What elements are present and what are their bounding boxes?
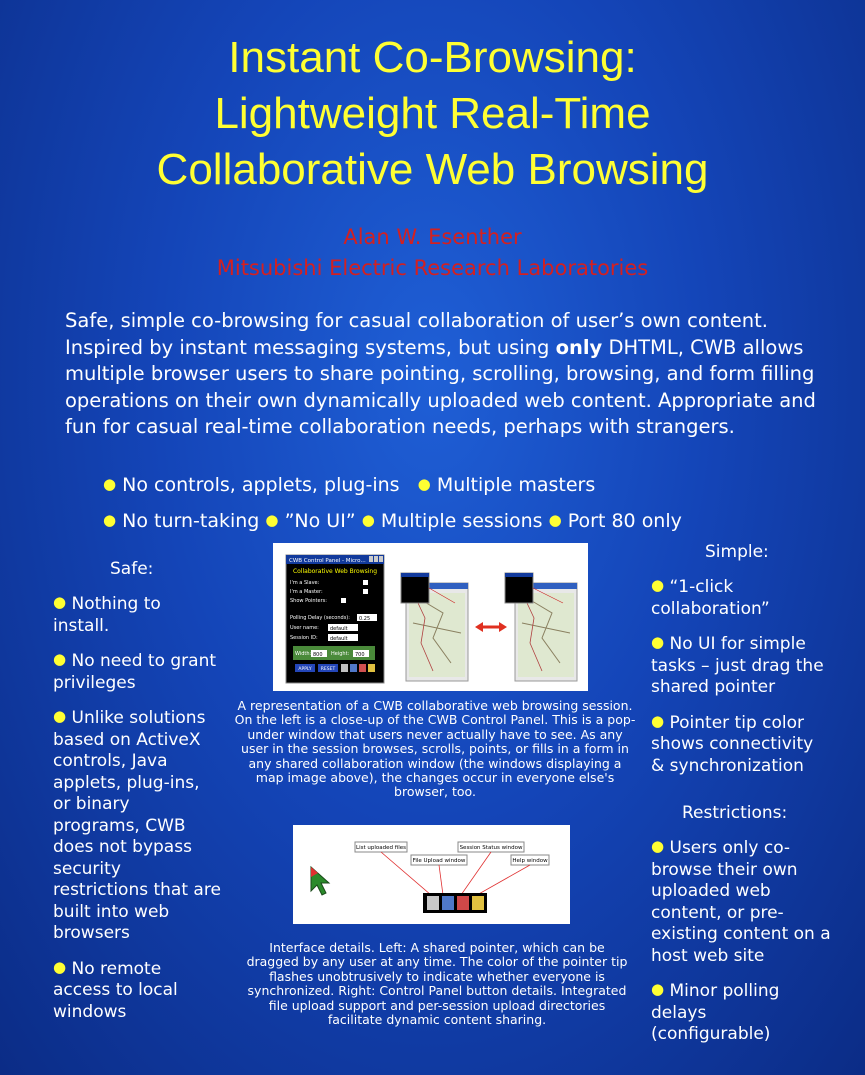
abstract-emphasis: only <box>555 335 603 359</box>
panel-polling-label: Polling Delay (seconds): <box>290 615 350 621</box>
panel-master-label: I'm a Master: <box>290 589 323 595</box>
restriction-item: ● Users only co-browse their own uploade… <box>651 837 831 966</box>
feature-item: Port 80 only <box>567 510 682 532</box>
session-value: default <box>330 636 348 642</box>
bullet-dot-icon: ● <box>651 576 665 594</box>
reset-label: RESET <box>321 666 336 672</box>
height-value: 700 <box>355 652 365 658</box>
safe-item: ● No need to grant privileges <box>53 650 217 693</box>
simple-heading: Simple: <box>705 542 769 562</box>
status-icon[interactable] <box>359 664 366 672</box>
bullet-dot-icon: ● <box>103 475 117 493</box>
title-line-2: Lightweight Real-Time <box>214 89 651 138</box>
help-button-icon[interactable] <box>472 896 484 910</box>
restrictions-heading: Restrictions: <box>682 803 788 823</box>
bullet-dot-icon: ● <box>651 711 665 730</box>
label-file-upload: File Upload window <box>413 858 466 864</box>
bullet-dot-icon: ● <box>417 475 431 493</box>
bullet-dot-icon: ● <box>651 837 665 855</box>
label-list-uploaded: List uploaded files <box>356 845 406 851</box>
simple-item: ● Pointer tip color shows connectivity &… <box>651 711 814 776</box>
bullet-dot-icon: ● <box>265 511 279 529</box>
bullet-dot-icon: ● <box>53 707 67 725</box>
bullet-dot-icon: ● <box>53 593 67 611</box>
simple-item: ● “1-click collaboration” <box>651 576 770 619</box>
panel-slave-label: I'm a Slave: <box>290 580 320 586</box>
feature-item: ”No UI” <box>284 510 356 532</box>
restriction-item: ● Minor polling delays (configurable) <box>651 980 780 1044</box>
width-value: 800 <box>313 652 323 658</box>
user-value: default <box>330 626 348 632</box>
figure-1-graphic: CWB Control Panel - Micro... Collaborati… <box>285 554 578 684</box>
figure-2-graphic: List uploaded files File Upload window S… <box>310 841 550 913</box>
bullet-dot-icon: ● <box>548 511 562 529</box>
mini-panel-left <box>400 572 430 604</box>
figure-2-caption: Interface details. Left: A shared pointe… <box>246 940 628 1028</box>
poster-title: Instant Co-Browsing: Lightweight Real-Ti… <box>0 30 865 198</box>
figure-2-image: List uploaded files File Upload window S… <box>293 825 570 924</box>
safe-item: ● No remote access to local windows <box>53 957 178 1022</box>
bullet-dot-icon: ● <box>651 633 665 651</box>
shared-pointer-icon <box>310 865 331 896</box>
author-name: Alan W. Esenther <box>343 225 522 249</box>
safe-item: ● Nothing to install. <box>53 593 161 636</box>
figure-1-image: CWB Control Panel - Micro... Collaborati… <box>273 543 588 691</box>
author-org: Mitsubishi Electric Research Laboratorie… <box>216 256 649 280</box>
polling-value: 0.25 <box>359 616 370 622</box>
title-line-1: Instant Co-Browsing: <box>228 33 637 82</box>
bullet-dot-icon: ● <box>103 511 117 529</box>
figure-1-caption: A representation of a CWB collaborative … <box>234 698 636 800</box>
restrictions-list: ● Users only co-browse their own uploade… <box>651 837 831 1060</box>
safe-heading: Safe: <box>110 559 154 579</box>
safe-list: ● Nothing to install. ● No need to grant… <box>53 593 221 1037</box>
help-icon[interactable] <box>368 664 375 672</box>
panel-height-label: Height: <box>331 651 350 657</box>
master-checkbox[interactable] <box>363 589 368 594</box>
upload-button-icon[interactable] <box>442 896 454 910</box>
feature-item: No turn-taking <box>122 510 260 532</box>
author-block: Alan W. Esenther Mitsubishi Electric Res… <box>0 222 865 284</box>
bullet-dot-icon: ● <box>651 980 665 998</box>
list-files-icon[interactable] <box>341 664 348 672</box>
feature-item: Multiple masters <box>436 474 596 496</box>
sync-arrow-icon <box>475 622 507 632</box>
show-pointers-checkbox[interactable] <box>341 598 346 603</box>
feature-row-2: ● No turn-taking ● ”No UI” ● Multiple se… <box>103 510 682 532</box>
panel-width-label: Width: <box>295 651 312 657</box>
simple-item: ● No UI for simple tasks – just drag the… <box>651 633 824 697</box>
list-files-button-icon[interactable] <box>427 896 439 910</box>
panel-session-label: Session ID: <box>290 635 318 641</box>
bullet-dot-icon: ● <box>361 511 375 529</box>
panel-show-pointers-label: Show Pointers: <box>290 598 327 604</box>
upload-icon[interactable] <box>350 664 357 672</box>
label-session-status: Session Status window <box>460 845 523 851</box>
bullet-dot-icon: ● <box>53 650 67 668</box>
label-help: Help window <box>512 858 548 864</box>
title-line-3: Collaborative Web Browsing <box>156 145 709 194</box>
bullet-dot-icon: ● <box>53 957 67 976</box>
apply-label: APPLY <box>298 666 311 672</box>
abstract-paragraph: Safe, simple co-browsing for casual coll… <box>65 308 825 441</box>
feature-item: Multiple sessions <box>380 510 543 532</box>
slave-checkbox[interactable] <box>363 580 368 585</box>
feature-item: No controls, applets, plug-ins <box>122 474 400 496</box>
mini-panel-right <box>504 572 534 604</box>
simple-list: ● “1-click collaboration” ● No UI for si… <box>651 576 831 791</box>
status-button-icon[interactable] <box>457 896 469 910</box>
panel-heading: Collaborative Web Browsing <box>293 568 377 575</box>
panel-window-title: CWB Control Panel - Micro... <box>289 558 366 564</box>
panel-user-label: User name: <box>290 625 319 631</box>
safe-item: ● Unlike solutions based on ActiveX cont… <box>53 707 221 943</box>
feature-row-1: ● No controls, applets, plug-ins ● Multi… <box>103 474 595 496</box>
